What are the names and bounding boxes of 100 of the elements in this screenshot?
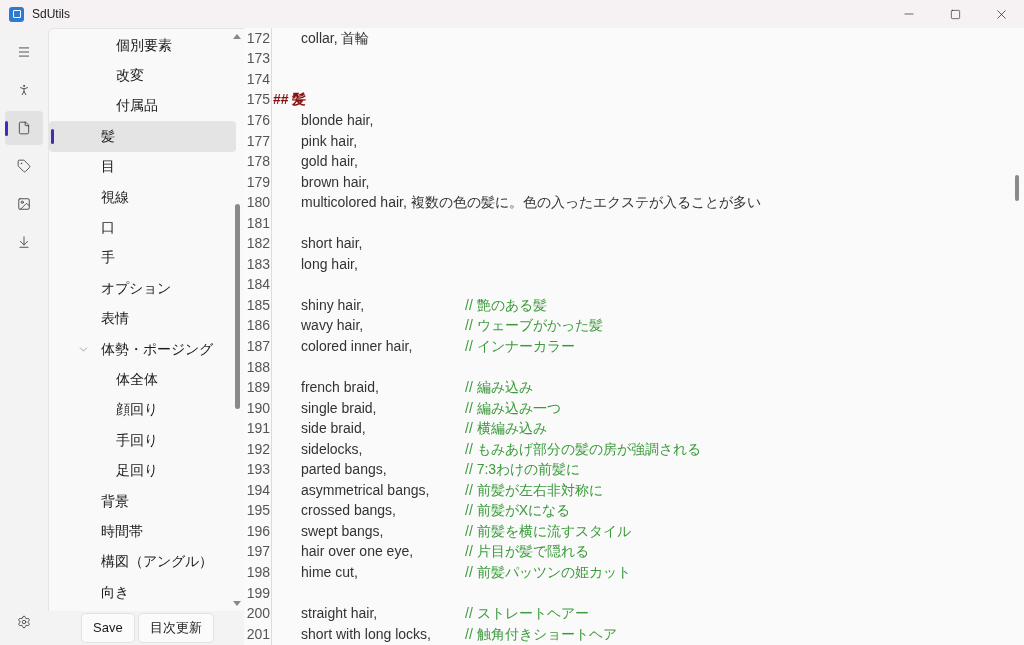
line-number: 197 — [245, 542, 271, 562]
tree-item[interactable]: 改変 — [49, 60, 236, 91]
tree-item[interactable]: 顔回り — [49, 394, 236, 426]
code-text: multicolored hair, 複数の色の髪に。色の入ったエクステが入ることが多い — [301, 193, 761, 213]
comment-text: // 横編み込み — [465, 419, 547, 439]
comment-text: // ストレートヘアー — [465, 604, 589, 624]
tree-item[interactable]: 目 — [49, 151, 236, 182]
selection-indicator — [5, 121, 8, 136]
tree-item[interactable]: 構図（アングル） — [49, 546, 236, 578]
scrollbar-thumb[interactable] — [234, 204, 240, 409]
scrollbar-thumb[interactable] — [1015, 175, 1019, 201]
tree-item[interactable]: 体勢・ポージング — [49, 333, 236, 365]
line-number: 178 — [245, 152, 271, 172]
code-text: single braid, — [301, 398, 378, 418]
line-number: 172 — [245, 28, 271, 48]
tree-item[interactable]: 口 — [49, 212, 236, 243]
line-number: 185 — [245, 295, 271, 315]
settings-icon[interactable] — [17, 615, 31, 629]
comment-text: // 前髪がXになる — [465, 501, 570, 521]
window-title: SdUtils — [32, 6, 70, 23]
comment-text: // 艶のある髪 — [465, 295, 547, 315]
line-number: 192 — [245, 439, 271, 459]
code-text: hair over one eye, — [301, 542, 415, 562]
code-text: short with long locks, — [301, 624, 432, 644]
tree-item[interactable]: 手回り — [49, 425, 236, 456]
tree-item[interactable]: 手 — [49, 242, 236, 274]
code-text: wavy hair, — [301, 316, 365, 336]
code-text: sidelocks, — [301, 439, 364, 459]
code-text: parted bangs, — [301, 460, 388, 480]
code-text: shiny hair, — [301, 295, 366, 315]
selection-indicator — [51, 129, 54, 145]
line-number: 177 — [245, 131, 271, 151]
comment-text: // 前髪を横に流すスタイル — [465, 521, 631, 541]
comment-text: // 編み込み — [465, 378, 533, 398]
code-text: straight hair, — [301, 604, 379, 624]
line-number: 174 — [245, 69, 271, 89]
line-number: 188 — [245, 357, 271, 377]
line-number: 193 — [245, 460, 271, 480]
image-icon — [17, 197, 31, 211]
line-number: 176 — [245, 110, 271, 130]
code-text: long hair, — [301, 254, 359, 274]
line-number: 195 — [245, 501, 271, 521]
tree-item[interactable]: 表情 — [49, 303, 236, 334]
code-text: colored inner hair, — [301, 337, 414, 356]
line-number: 187 — [245, 337, 271, 356]
line-number: 194 — [245, 480, 271, 500]
comment-text: // 前髪が左右非対称に — [465, 480, 603, 500]
line-number: 199 — [245, 583, 271, 603]
comment-text: // 編み込み一つ — [465, 398, 561, 418]
tag-icon — [17, 159, 31, 173]
line-number: 184 — [245, 275, 271, 295]
comment-text: // 前髪パッツンの姫カット — [465, 563, 631, 582]
tree-item[interactable]: 付属品 — [49, 90, 236, 122]
tree-item[interactable]: 視線 — [49, 181, 236, 213]
code-text: collar, 首輪 — [301, 28, 371, 48]
line-number: 186 — [245, 316, 271, 336]
menu-icon — [17, 45, 31, 59]
line-number: 191 — [245, 419, 271, 439]
code-text: gold hair, — [301, 152, 359, 172]
code-text: brown hair, — [301, 172, 371, 192]
code-text: asymmetrical bangs, — [301, 480, 431, 500]
tree-item[interactable]: 体全体 — [49, 364, 236, 395]
line-number: 181 — [245, 213, 271, 233]
line-number: 196 — [245, 521, 271, 541]
tree-item[interactable]: 時間帯 — [49, 516, 236, 547]
tree-item[interactable]: オプション — [49, 273, 236, 304]
line-number: 200 — [245, 604, 271, 624]
action-button[interactable]: Save — [81, 613, 135, 643]
code-text: pink hair, — [301, 131, 359, 151]
line-number: 179 — [245, 172, 271, 192]
tree-item[interactable]: 背景 — [49, 485, 236, 517]
comment-text: // ウェーブがかった髪 — [465, 316, 603, 336]
nav-button[interactable] — [5, 111, 43, 145]
maximize-icon[interactable] — [949, 8, 961, 20]
heading-text: ## 髪 — [273, 90, 307, 110]
comment-text: // 7:3わけの前髪に — [465, 460, 581, 480]
code-text: side braid, — [301, 419, 367, 439]
line-number: 183 — [245, 254, 271, 274]
action-button[interactable]: 目次更新 — [137, 613, 214, 643]
tree-item[interactable]: 足回り — [49, 455, 236, 486]
code-text: french braid, — [301, 378, 380, 398]
line-number: 189 — [245, 378, 271, 398]
code-text: crossed bangs, — [301, 501, 397, 521]
tree-item[interactable]: 個別要素 — [49, 30, 236, 61]
tree-item[interactable]: 髪 — [49, 121, 236, 152]
code-text: short hair, — [301, 234, 364, 254]
line-number: 201 — [245, 624, 271, 644]
line-number: 182 — [245, 234, 271, 254]
person-icon — [17, 83, 31, 97]
line-number: 175 — [245, 90, 271, 110]
comment-text: // 片目が髪で隠れる — [465, 542, 589, 562]
line-number: 173 — [245, 49, 271, 69]
tree-item[interactable]: 向き — [49, 577, 236, 608]
comment-text: // 触角付きショートヘア — [465, 624, 617, 644]
line-number: 190 — [245, 398, 271, 418]
document-icon — [17, 121, 31, 135]
code-text: blonde hair, — [301, 110, 375, 130]
code-text: hime cut, — [301, 563, 359, 582]
download-icon — [17, 235, 31, 249]
line-number: 180 — [245, 193, 271, 213]
